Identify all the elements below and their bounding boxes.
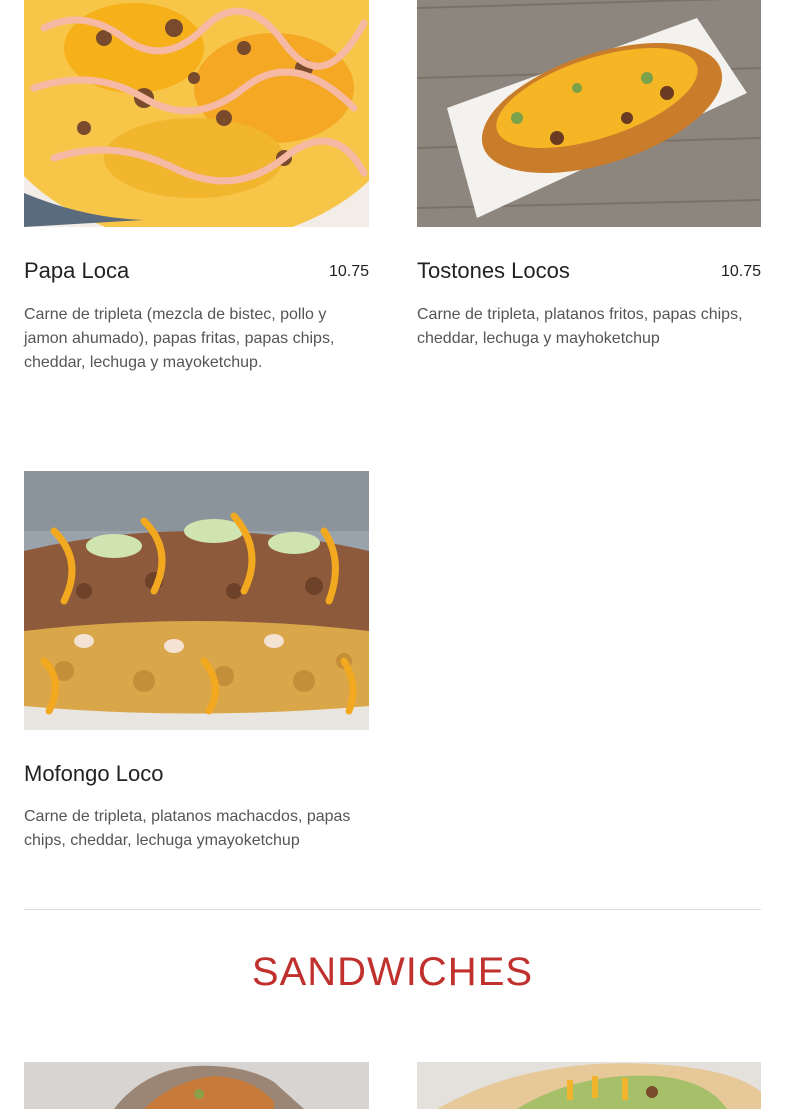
papa-loca-photo[interactable] — [24, 0, 369, 227]
sandwich-item-1[interactable] — [24, 1062, 369, 1109]
section-divider — [24, 909, 761, 910]
menu-item-papa-loca[interactable]: Papa Loca 10.75 Carne de tripleta (mezcl… — [24, 0, 369, 380]
section-title-sandwiches: SANDWICHES — [251, 950, 534, 994]
item-name: Papa Loca — [24, 258, 130, 283]
item-description: Carne de tripleta (mezcla de bistec, pol… — [24, 306, 335, 371]
sandwich-photo-1[interactable] — [24, 1062, 369, 1109]
menu-item-mofongo-loco[interactable]: Mofongo Loco Carne de tripleta, platanos… — [24, 471, 369, 861]
item-description: Carne de tripleta, platanos fritos, papa… — [417, 306, 743, 347]
item-name: Mofongo Loco — [24, 761, 164, 786]
item-price: 10.75 — [720, 263, 761, 280]
menu-item-tostones-locos[interactable]: Tostones Locos 10.75 Carne de tripleta, … — [417, 0, 761, 380]
item-price: 10.75 — [328, 263, 369, 280]
item-description: Carne de tripleta, platanos machacdos, p… — [24, 808, 351, 849]
sandwich-item-2[interactable] — [417, 1062, 761, 1109]
tostones-locos-photo[interactable] — [417, 0, 761, 227]
sandwich-photo-2[interactable] — [417, 1062, 761, 1109]
item-name: Tostones Locos — [417, 258, 570, 283]
mofongo-loco-photo[interactable] — [24, 471, 369, 730]
